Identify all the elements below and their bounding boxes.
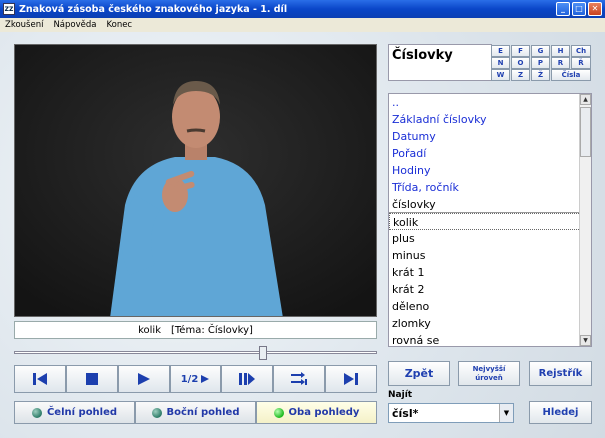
letter-button[interactable]: R	[551, 57, 570, 69]
caption-box: kolik [Téma: Číslovky]	[14, 321, 377, 339]
list-category-item[interactable]: Hodiny	[389, 162, 591, 179]
menu-napoveda[interactable]: Nápověda	[48, 20, 101, 30]
topic-title: Číslovky	[388, 44, 492, 81]
scroll-down-icon[interactable]: ▼	[580, 335, 591, 346]
list-item[interactable]: rovná se	[389, 332, 591, 346]
letter-button[interactable]: G	[531, 45, 550, 57]
numbers-button[interactable]: Čísla	[551, 69, 591, 81]
minimize-button[interactable]: _	[556, 2, 570, 16]
letter-index: E F G H Ch N O P R Ř W Z Ž Čísla	[488, 44, 592, 81]
maximize-button[interactable]: □	[572, 2, 586, 16]
letter-button[interactable]: E	[491, 45, 510, 57]
side-view-label: Boční pohled	[166, 407, 240, 418]
scroll-thumb[interactable]	[580, 107, 591, 157]
stop-icon	[85, 373, 98, 385]
letter-button[interactable]: W	[491, 69, 510, 81]
play-small-icon	[201, 375, 210, 383]
both-views-led-icon	[273, 407, 284, 418]
menu-zkouseni[interactable]: Zkoušení	[0, 20, 48, 30]
list-item[interactable]: krát 2	[389, 281, 591, 298]
slider-track	[14, 351, 377, 354]
view-selector: Čelní pohled Boční pohled Oba pohledy	[14, 401, 377, 424]
list-item[interactable]: číslovky	[389, 196, 591, 213]
list-category-item[interactable]: ..	[389, 94, 591, 111]
find-label: Najít	[388, 390, 413, 400]
list-category-item[interactable]: Základní číslovky	[389, 111, 591, 128]
close-button[interactable]: ✕	[588, 2, 602, 16]
skip-to-start-button[interactable]	[14, 365, 66, 393]
app-icon: ZZ	[3, 3, 15, 15]
list-item[interactable]: zlomky	[389, 315, 591, 332]
side-view-button[interactable]: Boční pohled	[135, 401, 256, 424]
playback-controls: 1/2	[14, 365, 378, 393]
menu-konec[interactable]: Konec	[101, 20, 137, 30]
letter-button[interactable]: Z	[511, 69, 530, 81]
list-category-item[interactable]: Datumy	[389, 128, 591, 145]
stop-button[interactable]	[65, 365, 118, 393]
list-item[interactable]: plus	[389, 230, 591, 247]
word-list: .. Základní číslovky Datumy Pořadí Hodiny Tří…	[388, 93, 592, 347]
skip-end-icon	[344, 373, 359, 385]
index-button[interactable]: Rejstřík	[529, 361, 592, 386]
top-level-button[interactable]: Nejvyšší úroveň	[458, 361, 520, 386]
both-views-label: Oba pohledy	[288, 407, 360, 418]
slider-thumb[interactable]	[259, 346, 267, 360]
both-views-button[interactable]: Oba pohledy	[256, 401, 377, 424]
letter-button[interactable]: Ř	[571, 57, 591, 69]
letter-button[interactable]: F	[511, 45, 530, 57]
letter-button[interactable]: P	[531, 57, 550, 69]
chevron-down-icon[interactable]: ▼	[499, 404, 513, 422]
half-speed-button[interactable]: 1/2	[169, 365, 222, 393]
video-position-slider[interactable]	[14, 346, 377, 360]
skip-to-end-button[interactable]	[325, 365, 378, 393]
repeat-button[interactable]	[273, 365, 326, 393]
search-button[interactable]: Hledej	[529, 401, 592, 424]
letter-button[interactable]: O	[511, 57, 530, 69]
play-icon	[137, 373, 150, 385]
letter-button[interactable]: Ch	[571, 45, 591, 57]
list-item[interactable]: děleno	[389, 298, 591, 315]
find-value: čísl*	[392, 406, 419, 420]
list-item[interactable]: minus	[389, 247, 591, 264]
title-bar: ZZ Znaková zásoba českého znakového jazy…	[0, 0, 605, 18]
play-button[interactable]	[117, 365, 170, 393]
list-scrollbar[interactable]: ▲ ▼	[579, 94, 591, 346]
scroll-up-icon[interactable]: ▲	[580, 94, 591, 105]
signer-video-image	[15, 45, 376, 316]
list-category-item[interactable]: Pořadí	[389, 145, 591, 162]
step-forward-icon	[239, 373, 256, 385]
front-view-label: Čelní pohled	[46, 407, 118, 418]
front-view-led-icon	[31, 407, 42, 418]
side-view-led-icon	[151, 407, 162, 418]
letter-button[interactable]: N	[491, 57, 510, 69]
letter-button[interactable]: Ž	[531, 69, 550, 81]
letter-button[interactable]: H	[551, 45, 570, 57]
caption-word: kolik	[138, 324, 161, 336]
list-item[interactable]: krát 1	[389, 264, 591, 281]
window-title: Znaková zásoba českého znakového jazyka …	[19, 3, 288, 15]
back-button[interactable]: Zpět	[388, 361, 450, 386]
list-category-item[interactable]: Třída, ročník	[389, 179, 591, 196]
caption-topic: [Téma: Číslovky]	[170, 324, 253, 336]
find-combo[interactable]: čísl* ▼	[388, 403, 514, 423]
speed-label: 1/2	[180, 373, 199, 385]
list-item[interactable]: kolik	[389, 213, 591, 230]
step-forward-button[interactable]	[221, 365, 274, 393]
front-view-button[interactable]: Čelní pohled	[14, 401, 135, 424]
video-frame	[14, 44, 377, 317]
menu-bar: Zkoušení Nápověda Konec	[0, 18, 605, 32]
skip-start-icon	[32, 373, 47, 385]
repeat-icon	[291, 372, 308, 385]
